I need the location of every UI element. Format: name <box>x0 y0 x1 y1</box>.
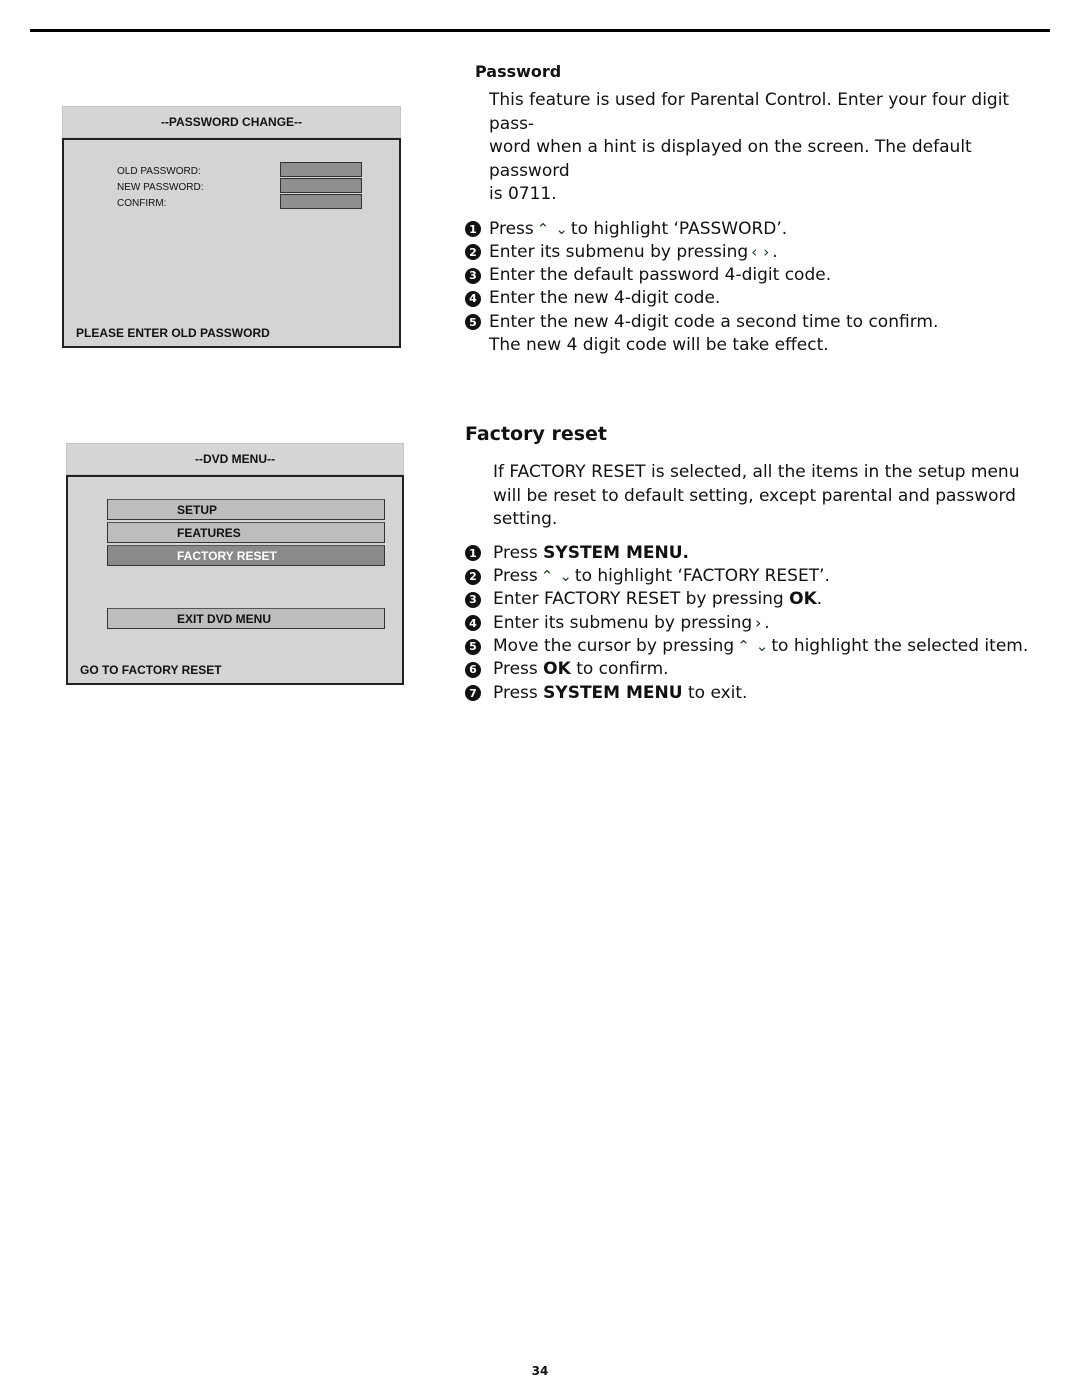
password-fields <box>280 162 362 210</box>
intro-line: will be reset to default setting, except… <box>493 485 1016 506</box>
top-rule <box>30 29 1050 32</box>
step: 7 Press SYSTEM MENU to exit. <box>465 682 1045 705</box>
step-text: Press <box>493 659 538 680</box>
step-text: to highlight the selected item. <box>771 635 1029 656</box>
step-text: . <box>816 589 823 610</box>
step-number: 4 <box>465 615 481 632</box>
step-text: to highlight ‘PASSWORD’. <box>570 218 788 239</box>
new-password-field[interactable] <box>280 178 362 193</box>
step-note: The new 4 digit code will be take effect… <box>489 334 829 355</box>
old-password-label: OLD PASSWORD: <box>117 166 201 177</box>
step-number: 6 <box>465 661 481 678</box>
dvd-menu-screen: --DVD MENU-- SETUP FEATURES FACTORY RESE… <box>66 443 404 685</box>
step-text: Enter the new 4-digit code. <box>489 288 721 309</box>
old-password-field[interactable] <box>280 162 362 177</box>
up-arrow-icon: ⌃ <box>536 219 550 238</box>
step-text: Press <box>489 218 534 239</box>
osd-title: --PASSWORD CHANGE-- <box>62 106 401 138</box>
step-number: 4 <box>465 291 481 308</box>
exit-dvd-menu-button[interactable]: EXIT DVD MENU <box>107 608 385 629</box>
intro-line: word when a hint is displayed on the scr… <box>489 137 972 181</box>
osd-body: OLD PASSWORD: NEW PASSWORD: CONFIRM: PLE… <box>62 138 401 348</box>
up-arrow-icon: ⌃ <box>540 567 554 586</box>
step-text: . <box>764 612 770 633</box>
menu-item-factory-reset[interactable]: FACTORY RESET <box>107 545 385 566</box>
new-password-label: NEW PASSWORD: <box>117 182 204 193</box>
step: 2 Press ⌃ ⌄ to highlight ‘FACTORY RESET’… <box>465 565 1045 588</box>
key-name: SYSTEM MENU <box>543 682 683 703</box>
step: 2 Enter its submenu by pressing ‹ › . <box>465 241 1045 264</box>
step: 1 Press ⌃ ⌄ to highlight ‘PASSWORD’. <box>465 218 1045 241</box>
step-text: Enter the new 4-digit code a second time… <box>489 311 939 332</box>
osd-status-text: GO TO FACTORY RESET <box>80 663 222 677</box>
key-name: OK <box>789 589 817 610</box>
step: 4 Enter the new 4-digit code. <box>465 287 1045 310</box>
step-number: 3 <box>465 267 481 284</box>
intro-line: If FACTORY RESET is selected, all the it… <box>493 462 1020 483</box>
menu-item-features[interactable]: FEATURES <box>107 522 385 543</box>
factory-steps: 1 Press SYSTEM MENU. 2 Press ⌃ ⌄ to high… <box>465 542 1045 705</box>
intro-line: This feature is used for Parental Contro… <box>489 90 1010 134</box>
step-text: Enter its submenu by pressing <box>493 612 753 633</box>
password-labels: OLD PASSWORD: NEW PASSWORD: CONFIRM: <box>117 164 203 212</box>
step-number: 5 <box>465 314 481 331</box>
text-column: Password This feature is used for Parent… <box>465 62 1045 705</box>
right-arrow-icon: › <box>763 242 770 261</box>
step-text: Press <box>493 566 538 587</box>
page-number: 34 <box>531 1364 549 1378</box>
key-name: OK <box>543 659 571 680</box>
step: 6 Press OK to confirm. <box>465 658 1045 681</box>
factory-reset-heading: Factory reset <box>465 423 607 446</box>
intro-line: is 0711. <box>489 184 557 204</box>
password-intro: This feature is used for Parental Contro… <box>489 89 1045 207</box>
down-arrow-icon: ⌄ <box>559 567 572 586</box>
step: 5 Enter the new 4-digit code a second ti… <box>465 311 1045 334</box>
password-change-screen: --PASSWORD CHANGE-- OLD PASSWORD: NEW PA… <box>62 106 401 348</box>
confirm-label: CONFIRM: <box>117 198 167 209</box>
step-number: 2 <box>465 568 481 585</box>
step-text: Move the cursor by pressing <box>493 635 735 656</box>
step-number: 2 <box>465 244 481 261</box>
step: 3 Enter the default password 4-digit cod… <box>465 264 1045 287</box>
intro-line: setting. <box>493 509 558 530</box>
step-number: 1 <box>465 545 481 562</box>
password-steps: 1 Press ⌃ ⌄ to highlight ‘PASSWORD’. 2 E… <box>465 218 1045 358</box>
step-text: to confirm. <box>576 659 669 680</box>
key-name: SYSTEM MENU. <box>543 542 690 563</box>
step: 1 Press SYSTEM MENU. <box>465 542 1045 565</box>
up-arrow-icon: ⌃ <box>737 636 750 655</box>
password-heading: Password <box>475 62 562 81</box>
osd-status-text: PLEASE ENTER OLD PASSWORD <box>76 326 270 340</box>
step-text: Enter the default password 4-digit code. <box>489 265 832 286</box>
step-text: to highlight ‘FACTORY RESET’. <box>574 566 830 587</box>
osd-title: --DVD MENU-- <box>66 443 404 475</box>
left-arrow-icon: ‹ <box>751 242 758 261</box>
step-text: Enter its submenu by pressing <box>489 241 749 262</box>
step: 3 Enter FACTORY RESET by pressing OK. <box>465 588 1045 611</box>
step-text: Enter FACTORY RESET by pressing <box>493 589 784 610</box>
step-text: to exit. <box>687 682 748 703</box>
down-arrow-icon: ⌄ <box>555 219 568 238</box>
step-text: . <box>772 241 778 262</box>
step-number: 7 <box>465 685 481 702</box>
factory-intro: If FACTORY RESET is selected, all the it… <box>493 461 1045 532</box>
step: 5 Move the cursor by pressing ⌃ ⌄ to hig… <box>465 635 1045 658</box>
osd-body: SETUP FEATURES FACTORY RESET EXIT DVD ME… <box>66 475 404 685</box>
right-arrow-icon: › <box>755 613 762 632</box>
step-text: Press <box>493 682 538 703</box>
menu-item-setup[interactable]: SETUP <box>107 499 385 520</box>
down-arrow-icon: ⌄ <box>755 636 769 655</box>
step-number: 3 <box>465 592 481 609</box>
step: 4 Enter its submenu by pressing ›. <box>465 612 1045 635</box>
step-number: 5 <box>465 638 481 655</box>
step-text: Press <box>493 542 538 563</box>
step-number: 1 <box>465 221 481 238</box>
confirm-field[interactable] <box>280 194 362 209</box>
